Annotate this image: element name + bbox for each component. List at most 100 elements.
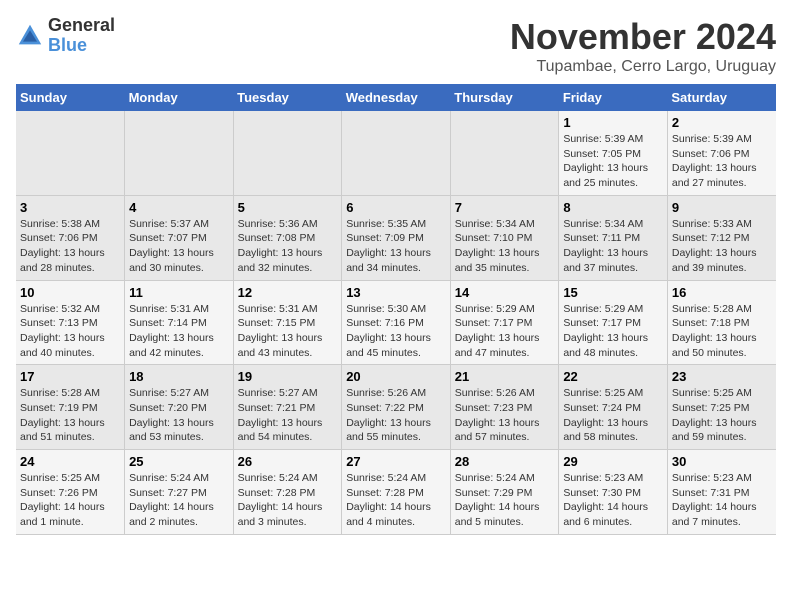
table-cell: 1 Sunrise: 5:39 AM Sunset: 7:05 PM Daylig… — [559, 111, 668, 195]
day-number: 23 — [672, 369, 772, 384]
calendar-week-5: 24Sunrise: 5:25 AM Sunset: 7:26 PM Dayli… — [16, 450, 776, 535]
table-cell: 30 Sunrise: 5:23 AM Sunset: 7:31 PM Dayli… — [667, 450, 776, 535]
day-info: Sunrise: 5:28 AM Sunset: 7:18 PM Dayligh… — [672, 302, 772, 361]
day-number: 10 — [20, 285, 120, 300]
table-cell — [233, 111, 342, 195]
page-subtitle: Tupambae, Cerro Largo, Uruguay — [510, 58, 776, 76]
day-number: 8 — [563, 200, 663, 215]
table-cell: 23Sunrise: 5:25 AM Sunset: 7:25 PM Dayli… — [667, 365, 776, 450]
calendar-week-2: 3Sunrise: 5:38 AM Sunset: 7:06 PM Daylig… — [16, 195, 776, 280]
day-info: Sunrise: 5:24 AM Sunset: 7:29 PM Dayligh… — [455, 471, 555, 530]
calendar-week-4: 17 Sunrise: 5:28 AM Sunset: 7:19 PM Dayli… — [16, 365, 776, 450]
table-cell: 27 Sunrise: 5:24 AM Sunset: 7:28 PM Dayli… — [342, 450, 451, 535]
table-cell — [342, 111, 451, 195]
table-cell: 19 Sunrise: 5:27 AM Sunset: 7:21 PM Dayli… — [233, 365, 342, 450]
day-number: 1 — [563, 115, 663, 130]
day-info: Sunrise: 5:25 AM Sunset: 7:24 PM Dayligh… — [563, 386, 663, 445]
table-cell: 20Sunrise: 5:26 AM Sunset: 7:22 PM Dayli… — [342, 365, 451, 450]
day-info: Sunrise: 5:26 AM Sunset: 7:22 PM Dayligh… — [346, 386, 446, 445]
day-number: 7 — [455, 200, 555, 215]
day-info: Sunrise: 5:29 AM Sunset: 7:17 PM Dayligh… — [563, 302, 663, 361]
table-cell: 12 Sunrise: 5:31 AM Sunset: 7:15 PM Dayli… — [233, 280, 342, 365]
day-number: 4 — [129, 200, 229, 215]
header-thursday: Thursday — [450, 84, 559, 111]
logo: General Blue — [16, 16, 115, 56]
table-cell — [16, 111, 125, 195]
table-cell: 18 Sunrise: 5:27 AM Sunset: 7:20 PM Dayli… — [125, 365, 234, 450]
day-number: 2 — [672, 115, 772, 130]
header-saturday: Saturday — [667, 84, 776, 111]
day-info: Sunrise: 5:26 AM Sunset: 7:23 PM Dayligh… — [455, 386, 555, 445]
day-number: 26 — [238, 454, 338, 469]
day-number: 21 — [455, 369, 555, 384]
title-block: November 2024 Tupambae, Cerro Largo, Uru… — [510, 16, 776, 76]
day-info: Sunrise: 5:31 AM Sunset: 7:14 PM Dayligh… — [129, 302, 229, 361]
day-info: Sunrise: 5:39 AM Sunset: 7:05 PM Dayligh… — [563, 132, 663, 191]
table-cell: 7 Sunrise: 5:34 AM Sunset: 7:10 PM Daylig… — [450, 195, 559, 280]
day-number: 27 — [346, 454, 446, 469]
day-number: 29 — [563, 454, 663, 469]
table-cell: 4 Sunrise: 5:37 AM Sunset: 7:07 PM Daylig… — [125, 195, 234, 280]
day-number: 11 — [129, 285, 229, 300]
day-info: Sunrise: 5:30 AM Sunset: 7:16 PM Dayligh… — [346, 302, 446, 361]
calendar-week-1: 1 Sunrise: 5:39 AM Sunset: 7:05 PM Daylig… — [16, 111, 776, 195]
calendar-week-3: 10 Sunrise: 5:32 AM Sunset: 7:13 PM Dayli… — [16, 280, 776, 365]
table-cell: 6 Sunrise: 5:35 AM Sunset: 7:09 PM Daylig… — [342, 195, 451, 280]
table-cell: 9Sunrise: 5:33 AM Sunset: 7:12 PM Daylig… — [667, 195, 776, 280]
table-cell: 29 Sunrise: 5:23 AM Sunset: 7:30 PM Dayli… — [559, 450, 668, 535]
day-info: Sunrise: 5:28 AM Sunset: 7:19 PM Dayligh… — [20, 386, 120, 445]
day-number: 13 — [346, 285, 446, 300]
day-info: Sunrise: 5:29 AM Sunset: 7:17 PM Dayligh… — [455, 302, 555, 361]
day-info: Sunrise: 5:27 AM Sunset: 7:21 PM Dayligh… — [238, 386, 338, 445]
page-title: November 2024 — [510, 16, 776, 58]
day-number: 17 — [20, 369, 120, 384]
day-info: Sunrise: 5:24 AM Sunset: 7:28 PM Dayligh… — [346, 471, 446, 530]
logo-general: General — [48, 16, 115, 36]
table-cell — [125, 111, 234, 195]
table-cell: 8 Sunrise: 5:34 AM Sunset: 7:11 PM Daylig… — [559, 195, 668, 280]
table-cell: 24Sunrise: 5:25 AM Sunset: 7:26 PM Dayli… — [16, 450, 125, 535]
day-info: Sunrise: 5:31 AM Sunset: 7:15 PM Dayligh… — [238, 302, 338, 361]
table-cell: 21 Sunrise: 5:26 AM Sunset: 7:23 PM Dayli… — [450, 365, 559, 450]
day-info: Sunrise: 5:37 AM Sunset: 7:07 PM Dayligh… — [129, 217, 229, 276]
day-number: 30 — [672, 454, 772, 469]
table-cell: 2 Sunrise: 5:39 AM Sunset: 7:06 PM Daylig… — [667, 111, 776, 195]
day-info: Sunrise: 5:27 AM Sunset: 7:20 PM Dayligh… — [129, 386, 229, 445]
day-info: Sunrise: 5:34 AM Sunset: 7:11 PM Dayligh… — [563, 217, 663, 276]
day-info: Sunrise: 5:35 AM Sunset: 7:09 PM Dayligh… — [346, 217, 446, 276]
table-cell: 10 Sunrise: 5:32 AM Sunset: 7:13 PM Dayli… — [16, 280, 125, 365]
day-number: 19 — [238, 369, 338, 384]
day-number: 5 — [238, 200, 338, 215]
table-cell: 25 Sunrise: 5:24 AM Sunset: 7:27 PM Dayli… — [125, 450, 234, 535]
day-number: 25 — [129, 454, 229, 469]
calendar-table: SundayMondayTuesdayWednesdayThursdayFrid… — [16, 84, 776, 535]
day-info: Sunrise: 5:23 AM Sunset: 7:31 PM Dayligh… — [672, 471, 772, 530]
day-info: Sunrise: 5:23 AM Sunset: 7:30 PM Dayligh… — [563, 471, 663, 530]
day-number: 22 — [563, 369, 663, 384]
header-friday: Friday — [559, 84, 668, 111]
day-number: 15 — [563, 285, 663, 300]
table-cell: 28 Sunrise: 5:24 AM Sunset: 7:29 PM Dayli… — [450, 450, 559, 535]
day-info: Sunrise: 5:39 AM Sunset: 7:06 PM Dayligh… — [672, 132, 772, 191]
day-info: Sunrise: 5:32 AM Sunset: 7:13 PM Dayligh… — [20, 302, 120, 361]
day-info: Sunrise: 5:36 AM Sunset: 7:08 PM Dayligh… — [238, 217, 338, 276]
table-cell: 5 Sunrise: 5:36 AM Sunset: 7:08 PM Daylig… — [233, 195, 342, 280]
day-info: Sunrise: 5:38 AM Sunset: 7:06 PM Dayligh… — [20, 217, 120, 276]
day-number: 9 — [672, 200, 772, 215]
logo-text: General Blue — [48, 16, 115, 56]
day-number: 18 — [129, 369, 229, 384]
page-header: General Blue November 2024 Tupambae, Cer… — [16, 16, 776, 76]
day-number: 14 — [455, 285, 555, 300]
day-info: Sunrise: 5:34 AM Sunset: 7:10 PM Dayligh… — [455, 217, 555, 276]
logo-blue: Blue — [48, 36, 115, 56]
day-number: 28 — [455, 454, 555, 469]
day-number: 12 — [238, 285, 338, 300]
table-cell: 16Sunrise: 5:28 AM Sunset: 7:18 PM Dayli… — [667, 280, 776, 365]
day-info: Sunrise: 5:24 AM Sunset: 7:27 PM Dayligh… — [129, 471, 229, 530]
day-number: 6 — [346, 200, 446, 215]
table-cell: 13 Sunrise: 5:30 AM Sunset: 7:16 PM Dayli… — [342, 280, 451, 365]
day-info: Sunrise: 5:25 AM Sunset: 7:26 PM Dayligh… — [20, 471, 120, 530]
header-wednesday: Wednesday — [342, 84, 451, 111]
table-cell: 15 Sunrise: 5:29 AM Sunset: 7:17 PM Dayli… — [559, 280, 668, 365]
logo-icon — [16, 22, 44, 50]
